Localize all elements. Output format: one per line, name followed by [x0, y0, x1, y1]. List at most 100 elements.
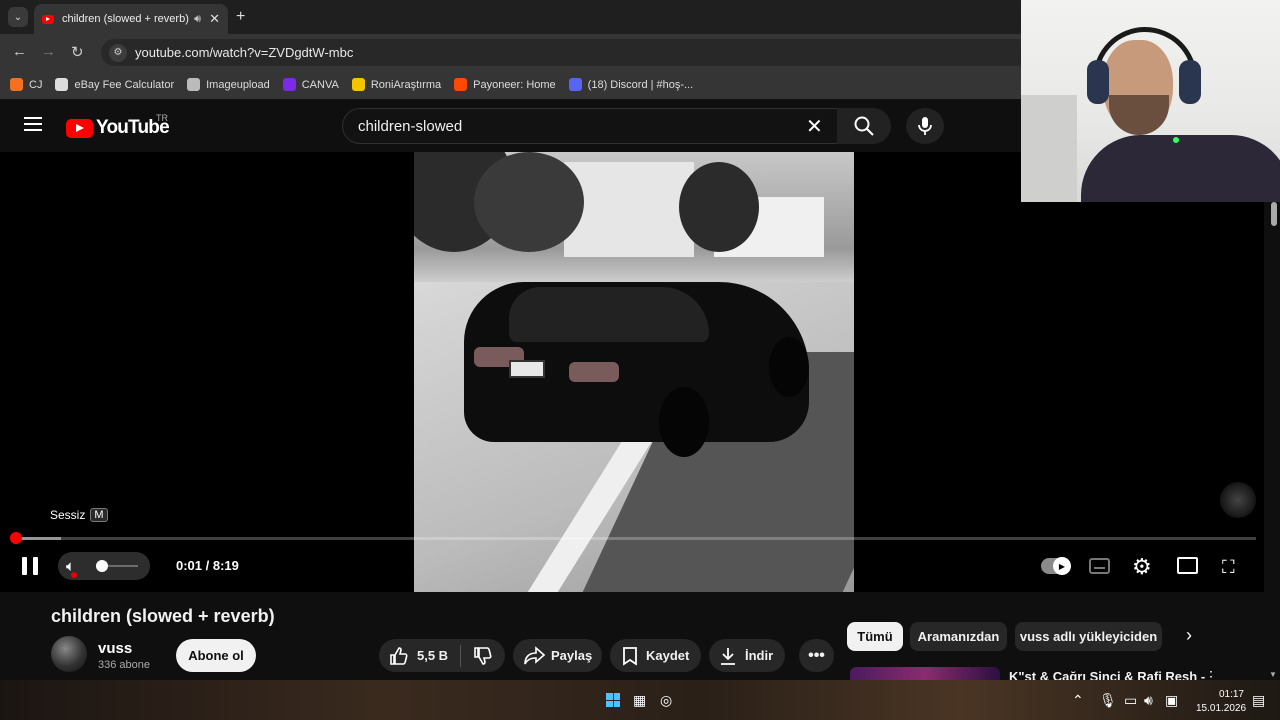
canva-icon — [282, 78, 296, 91]
like-button[interactable]: 5,5 B — [379, 646, 448, 666]
wheel-shape — [659, 387, 709, 457]
taskbar-app-icon[interactable]: ▦ — [633, 692, 646, 709]
battery-icon[interactable]: ▣ — [1165, 692, 1178, 709]
fullscreen-icon[interactable]: ⛶ — [1222, 557, 1235, 578]
video-frame[interactable] — [414, 152, 854, 592]
volume-slider-knob[interactable] — [96, 560, 108, 572]
youtube-play-icon — [66, 118, 93, 138]
tree-shape — [679, 162, 759, 252]
imageupload-icon — [187, 78, 201, 91]
speaker-icon[interactable]: 🔊︎ — [194, 13, 201, 26]
channel-watermark[interactable] — [1220, 482, 1256, 518]
menu-icon[interactable] — [24, 117, 42, 131]
page-scrollbar-thumb[interactable] — [1271, 202, 1277, 226]
bookmark-label: RoniAraştırma — [370, 78, 442, 91]
speaker-tray-icon[interactable]: 🔊︎ — [1144, 692, 1153, 709]
save-button[interactable]: Kaydet — [610, 639, 701, 672]
house-shape — [564, 162, 694, 257]
car-window-shape — [509, 287, 709, 342]
cursor-indicator — [71, 572, 77, 578]
autoplay-toggle[interactable]: ▶ — [1041, 557, 1071, 575]
bookmark-item[interactable]: Payoneer: Home — [454, 78, 556, 91]
subtitles-button[interactable] — [1089, 558, 1110, 574]
display-icon[interactable]: ▭ — [1124, 692, 1137, 709]
progress-scrubber[interactable] — [10, 532, 23, 544]
like-count: 5,5 B — [417, 648, 449, 663]
back-icon[interactable]: ← — [12, 43, 27, 60]
clock[interactable]: 01:17 15.01.2026 — [1196, 688, 1247, 716]
bookmark-item[interactable]: CANVA — [282, 78, 339, 91]
channel-avatar[interactable] — [51, 636, 87, 672]
bookmark-label: Imageupload — [206, 78, 270, 91]
thumbs-down-icon[interactable] — [473, 646, 493, 666]
progress-bar[interactable] — [10, 532, 1256, 544]
bookmark-item[interactable]: (18) Discord | #hoş-... — [568, 78, 694, 91]
download-label: İndir — [745, 648, 774, 663]
browser-tab-active[interactable]: children (slowed + reverb) 🔊︎ ✕ — [34, 4, 228, 34]
notification-icon[interactable]: ▤ — [1252, 692, 1265, 709]
pacman-icon — [351, 78, 365, 91]
headset-earcup — [1087, 60, 1109, 104]
youtube-favicon-icon — [42, 14, 54, 24]
settings-gear-icon[interactable]: ⚙ — [1132, 554, 1152, 580]
play-icon: ▶ — [1053, 557, 1071, 575]
bookmark-label: Payoneer: Home — [473, 78, 556, 91]
like-dislike-group: 5,5 B — [379, 639, 505, 672]
bookmark-item[interactable]: CJ — [10, 78, 42, 91]
more-actions-icon[interactable]: ••• — [799, 639, 834, 672]
windows-start-icon[interactable] — [606, 693, 620, 707]
subscriber-count: 336 abone — [98, 659, 150, 671]
search-icon — [854, 116, 874, 136]
headset-led — [1173, 137, 1179, 143]
mute-tooltip-text: Sessiz — [50, 508, 86, 522]
tab-search-button[interactable]: ⌄ — [8, 7, 28, 27]
clear-search-icon[interactable]: ✕ — [806, 114, 823, 139]
address-bar[interactable]: ⚙ youtube.com/watch?v=ZVDgdtW-mbc — [101, 39, 1101, 66]
channel-name[interactable]: vuss — [98, 640, 132, 657]
site-info-icon[interactable]: ⚙ — [109, 43, 127, 62]
like-divider — [460, 644, 462, 667]
bookmark-item[interactable]: Imageupload — [187, 78, 270, 91]
chrome-icon[interactable]: ◎ — [660, 692, 672, 709]
download-button[interactable]: İndir — [709, 639, 785, 672]
search-button[interactable] — [837, 108, 891, 144]
search-input[interactable]: children-slowed — [342, 108, 842, 144]
miniplayer-button[interactable] — [1177, 557, 1198, 574]
mute-tooltip: Sessiz M — [50, 508, 108, 522]
clock-time: 01:17 — [1218, 689, 1244, 700]
chevron-right-icon[interactable]: › — [1186, 625, 1192, 646]
chip-all[interactable]: Tümü — [847, 622, 903, 651]
chip-from-search[interactable]: Aramanızdan — [910, 622, 1007, 651]
bookmark-item[interactable]: RoniAraştırma — [351, 78, 442, 91]
video-player[interactable]: Sessiz M 🔈︎ 0:01 / 8:19 ▶ ⚙ ⛶ — [0, 152, 1264, 592]
time-current: 0:01 — [176, 558, 203, 573]
webcam-overlay — [1021, 0, 1280, 202]
share-button[interactable]: Paylaş — [513, 639, 602, 672]
pause-button[interactable] — [22, 557, 38, 575]
person-body — [1081, 135, 1280, 202]
clock-date: 15.01.2026 — [1196, 703, 1247, 714]
voice-search-button[interactable] — [906, 108, 944, 144]
time-separator: / — [202, 558, 213, 573]
microphone-tray-icon[interactable]: 🎙︎ — [1099, 692, 1117, 709]
bookmark-label: CANVA — [301, 78, 339, 91]
bookmark-item[interactable]: eBay Fee Calculator — [55, 78, 174, 91]
youtube-logo[interactable]: YouTube — [66, 117, 170, 139]
share-label: Paylaş — [551, 648, 593, 663]
license-plate-shape — [509, 360, 545, 378]
subscribe-button[interactable]: Abone ol — [176, 639, 256, 672]
chevron-up-icon[interactable]: ⌃ — [1072, 692, 1084, 709]
reload-icon[interactable]: ↻ — [71, 43, 84, 61]
tab-close-icon[interactable]: ✕ — [209, 11, 220, 27]
video-title: children (slowed + reverb) — [51, 606, 275, 626]
volume-control[interactable]: 🔈︎ — [58, 552, 150, 580]
recommended-video-thumbnail[interactable] — [850, 667, 1000, 681]
calculator-icon — [55, 78, 69, 91]
chip-from-uploader[interactable]: vuss adlı yükleyiciden — [1015, 622, 1162, 651]
new-tab-button[interactable]: + — [236, 8, 245, 26]
bookmark-label: (18) Discord | #hoş-... — [587, 78, 694, 91]
cj-icon — [10, 78, 23, 91]
url-text: youtube.com/watch?v=ZVDgdtW-mbc — [135, 45, 354, 60]
forward-icon[interactable]: → — [41, 43, 56, 60]
scroll-down-arrow[interactable]: ▼ — [1269, 670, 1277, 679]
